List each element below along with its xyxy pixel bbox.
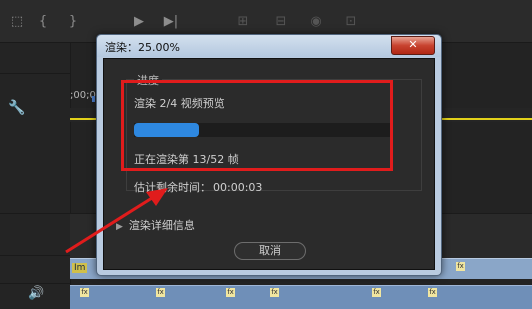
- annotation-arrow: [65, 188, 168, 254]
- arrow-head: [146, 188, 168, 206]
- arrow-shaft: [65, 196, 153, 254]
